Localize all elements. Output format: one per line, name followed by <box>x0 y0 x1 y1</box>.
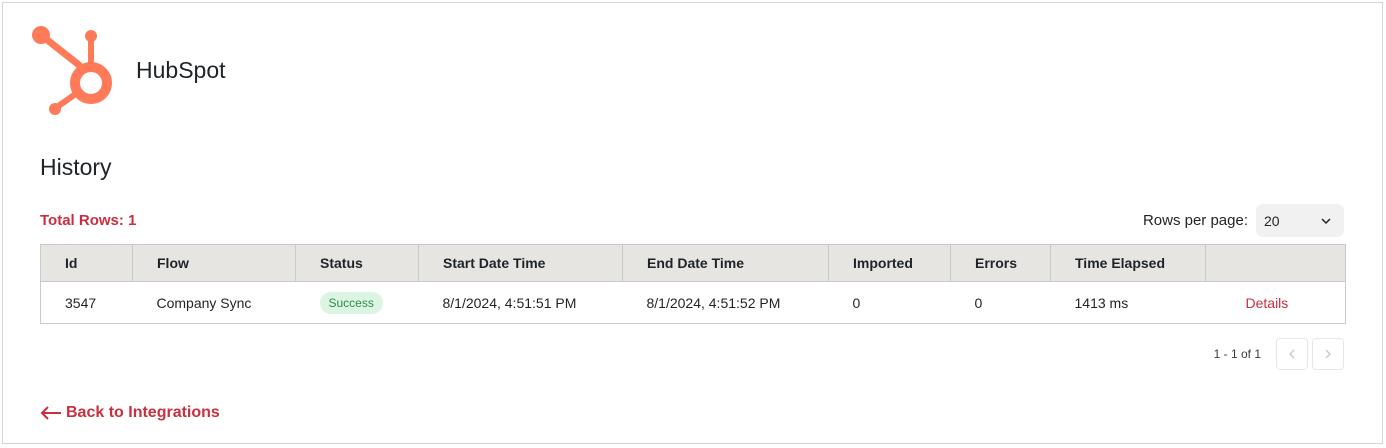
status-badge: Success <box>319 291 383 314</box>
cell-status: Success <box>296 282 419 324</box>
total-rows-count: Total Rows: 1 <box>40 212 137 229</box>
page-title: History <box>40 154 112 180</box>
column-header-id[interactable]: Id <box>40 244 133 282</box>
column-header-elapsed[interactable]: Time Elapsed <box>1050 244 1206 282</box>
rows-per-page-label: Rows per page: <box>1142 212 1248 229</box>
hubspot-logo-icon <box>32 26 112 115</box>
details-link[interactable]: Details <box>1230 295 1289 311</box>
pagination: 1 - 1 of 1 <box>1214 338 1344 370</box>
arrow-left-icon <box>40 406 61 420</box>
column-header-status[interactable]: Status <box>295 244 419 282</box>
column-header-start[interactable]: Start Date Time <box>418 244 623 282</box>
cell-errors: 0 <box>974 294 983 311</box>
column-header-errors[interactable]: Errors <box>950 244 1051 282</box>
cell-end: 8/1/2024, 4:51:52 PM <box>646 294 781 311</box>
column-header-end[interactable]: End Date Time <box>622 244 829 282</box>
back-link-label: Back to Integrations <box>66 404 220 421</box>
app-title: HubSpot <box>136 57 226 83</box>
cell-flow: Company Sync <box>156 294 252 311</box>
page-frame: HubSpot History Total Rows: 1 Rows per p… <box>2 2 1383 444</box>
chevron-left-icon <box>1289 349 1295 359</box>
next-page-button[interactable] <box>1312 338 1344 370</box>
prev-page-button[interactable] <box>1276 338 1308 370</box>
table-header-row: Id Flow Status Start Date Time End Date … <box>40 244 1346 282</box>
pagination-info: 1 - 1 of 1 <box>1213 347 1261 361</box>
integration-header <box>29 23 117 119</box>
rows-per-page-value: 20 <box>1264 212 1280 229</box>
cell-start: 8/1/2024, 4:51:51 PM <box>442 294 577 311</box>
cell-imported: 0 <box>852 294 861 311</box>
rows-per-page-select[interactable]: 20 <box>1256 204 1344 237</box>
history-table: Id Flow Status Start Date Time End Date … <box>40 244 1346 324</box>
chevron-right-icon <box>1325 349 1331 359</box>
column-header-actions <box>1205 244 1346 282</box>
table-row: 3547 Company Sync Success 8/1/2024, 4:51… <box>41 282 1346 324</box>
column-header-imported[interactable]: Imported <box>828 244 951 282</box>
chevron-down-icon <box>1321 217 1331 224</box>
cell-elapsed: 1413 ms <box>1074 294 1129 311</box>
column-header-flow[interactable]: Flow <box>132 244 296 282</box>
back-to-integrations-link[interactable]: Back to Integrations <box>40 404 220 422</box>
cell-id: 3547 <box>65 294 97 311</box>
rows-per-page: Rows per page: 20 <box>1143 204 1344 237</box>
cell-action: Details <box>1206 282 1346 324</box>
